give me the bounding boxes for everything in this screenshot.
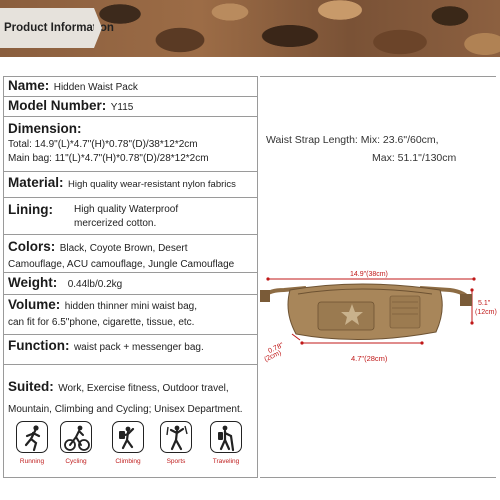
header-banner: Product Information xyxy=(0,0,500,57)
volume-line1: hidden thinner mini waist bag, xyxy=(64,301,198,312)
climbing-icon xyxy=(112,421,144,453)
model-label: Model Number: xyxy=(8,98,107,113)
row-material: Material: High quality wear-resistant ny… xyxy=(4,172,257,198)
suited-line1: Work, Exercise fitness, Outdoor travel, xyxy=(58,383,229,394)
material-value: High quality wear-resistant nylon fabric… xyxy=(67,179,236,190)
dimension-label: Dimension: xyxy=(8,121,82,136)
dim-main-width: 4.7"(28cm) xyxy=(351,354,388,363)
volume-label: Volume: xyxy=(8,297,61,312)
header-title: Product Information xyxy=(0,8,114,48)
dimension-total: Total: 14.9"(L)*4.7"(H)*0.78"(D)/38*12*2… xyxy=(8,139,198,150)
volume-line2: can fit for 6.5"phone, cigarette, tissue… xyxy=(8,317,195,328)
sports-label: Sports xyxy=(166,458,186,465)
lining-label: Lining: xyxy=(8,202,53,217)
lining-line1: High quality Waterproof xyxy=(74,204,179,215)
traveling-icon xyxy=(210,421,242,453)
running-icon xyxy=(16,421,48,453)
function-label: Function: xyxy=(8,338,70,353)
suited-label: Suited: xyxy=(8,379,54,394)
cycling-icon xyxy=(60,421,92,453)
row-dimension: Dimension: Total: 14.9"(L)*4.7"(H)*0.78"… xyxy=(4,117,257,172)
colors-line2: Camouflage, ACU camouflage, Jungle Camou… xyxy=(8,259,235,270)
row-name: Name: Hidden Waist Pack xyxy=(4,77,257,97)
weight-value: 0.44lb/0.2kg xyxy=(67,279,123,290)
name-label: Name: xyxy=(8,78,50,93)
row-volume: Volume: hidden thinner mini waist bag, c… xyxy=(4,295,257,335)
lining-line2: mercerized cotton. xyxy=(74,218,157,229)
suited-line2: Mountain, Climbing and Cycling; Unisex D… xyxy=(8,404,243,415)
dim-height-in: 5.1" xyxy=(478,300,491,307)
row-colors: Colors: Black, Coyote Brown, Desert Camo… xyxy=(4,235,257,273)
row-model: Model Number: Y115 xyxy=(4,97,257,117)
sports-icon xyxy=(160,421,192,453)
row-weight: Weight: 0.44lb/0.2kg xyxy=(4,273,257,295)
dim-height-cm: (12cm) xyxy=(475,309,497,316)
colors-line1: Black, Coyote Brown, Desert xyxy=(59,243,188,254)
spec-table: Name: Hidden Waist Pack Model Number: Y1… xyxy=(3,76,258,478)
running-label: Running xyxy=(19,458,45,465)
model-value: Y115 xyxy=(110,102,134,113)
name-value: Hidden Waist Pack xyxy=(53,82,138,93)
traveling-label: Traveling xyxy=(212,458,240,465)
dimension-main-bag: Main bag: 11"(L)*4.7"(H)*0.78"(D)/28*12*… xyxy=(8,153,209,164)
row-function: Function: waist pack + messenger bag. xyxy=(4,335,257,365)
colors-label: Colors: xyxy=(8,239,56,254)
function-value: waist pack + messenger bag. xyxy=(73,342,204,353)
cycling-label: Cycling xyxy=(65,458,87,465)
climbing-label: Climbing xyxy=(115,458,141,465)
row-lining: Lining: High quality Waterproof merceriz… xyxy=(4,198,257,235)
banner-arrow xyxy=(94,8,102,48)
strap-length-line2: Max: 51.1"/130cm xyxy=(372,152,457,164)
material-label: Material: xyxy=(8,175,64,190)
strap-length-line1: Waist Strap Length: Mix: 23.6"/60cm, xyxy=(266,134,439,146)
dim-width: 14.9"(38cm) xyxy=(350,271,388,278)
weight-label: Weight: xyxy=(8,275,58,290)
